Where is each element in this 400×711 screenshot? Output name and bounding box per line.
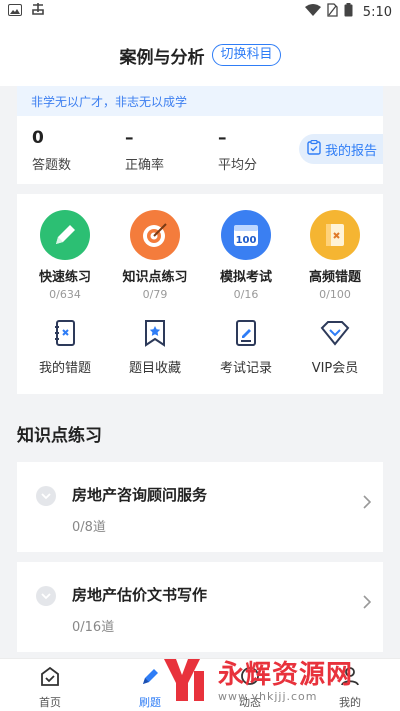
vip-diamond-icon [320, 318, 350, 348]
favorites-item[interactable]: 题目收藏 [110, 318, 200, 376]
tool-label: 考试记录 [219, 361, 272, 376]
bookmark-star-icon [140, 318, 170, 348]
tool-label: VIP会员 [311, 361, 359, 376]
tile-label: 快速练习 [38, 270, 91, 285]
clipboard-check-icon [307, 139, 321, 159]
mock-exam-tile[interactable]: 100 模拟考试 0/16 [201, 210, 291, 301]
app-notification-icon [30, 2, 46, 22]
item-title: 房地产咨询顾问服务 [72, 486, 208, 504]
tile-label: 模拟考试 [219, 270, 272, 285]
stat-label: 平均分 [218, 158, 258, 173]
tile-count: 0/16 [233, 288, 259, 301]
tile-count: 0/634 [49, 288, 81, 301]
stat-label: 正确率 [125, 158, 165, 173]
svg-text:100: 100 [236, 235, 257, 246]
tile-count: 0/79 [142, 288, 168, 301]
watermark-text-group: 永辉资源网 www.yhkjjj.com [218, 660, 353, 703]
calendar-100-icon: 100 [221, 210, 271, 260]
practice-pen-icon [139, 665, 161, 691]
tile-count: 0/100 [319, 288, 351, 301]
nav-label: 首页 [39, 696, 61, 709]
exam-records-item[interactable]: 考试记录 [201, 318, 291, 376]
my-wrong-questions-item[interactable]: 我的错题 [20, 318, 110, 376]
switch-subject-button[interactable]: 切换科目 [212, 44, 281, 66]
item-title: 房地产估价文书写作 [72, 586, 208, 604]
quick-practice-tile[interactable]: 快速练习 0/634 [20, 210, 110, 301]
summary-card: 非学无以广才，非志无以成学 0 答题数 – 正确率 – 平均分 我的报告 [17, 86, 383, 184]
exam-record-icon [231, 318, 261, 348]
watermark-title: 永辉资源网 [218, 659, 354, 690]
watermark-url: www.yhkjjj.com [218, 689, 318, 703]
wrong-book-icon [310, 210, 360, 260]
my-report-button[interactable]: 我的报告 [299, 134, 383, 164]
nav-label: 刷题 [139, 696, 161, 709]
pencil-icon [40, 210, 90, 260]
no-sim-icon [327, 3, 338, 21]
target-icon [130, 210, 180, 260]
expand-chevron-icon[interactable] [36, 486, 56, 506]
frequent-errors-tile[interactable]: 高频错题 0/100 [290, 210, 380, 301]
stats-row: 0 答题数 – 正确率 – 平均分 我的报告 [17, 116, 383, 184]
page-header: 案例与分析 切换科目 [0, 24, 400, 86]
knowledge-practice-tile[interactable]: 知识点练习 0/79 [110, 210, 200, 301]
wifi-icon [304, 4, 321, 20]
status-bar: 5:10 [0, 0, 400, 24]
status-time: 5:10 [362, 4, 392, 20]
home-icon [39, 665, 61, 691]
expand-chevron-icon[interactable] [36, 586, 56, 606]
page-title: 案例与分析 [119, 47, 205, 68]
practice-grid: 快速练习 0/634 知识点练习 0/79 100 模拟考试 0/16 高频错题… [17, 194, 383, 394]
motto-banner: 非学无以广才，非志无以成学 [17, 86, 383, 116]
tool-label: 我的错题 [38, 361, 91, 376]
item-progress: 0/16道 [72, 620, 115, 635]
vip-member-item[interactable]: VIP会员 [290, 318, 380, 376]
stat-average-score: – 平均分 [218, 128, 257, 173]
list-item[interactable]: 房地产咨询顾问服务 0/8道 [17, 462, 383, 552]
tool-label: 题目收藏 [128, 361, 181, 376]
stat-answered: 0 答题数 [32, 128, 71, 173]
watermark-logo [160, 653, 212, 709]
tile-label: 高频错题 [308, 270, 361, 285]
item-progress: 0/8道 [72, 520, 106, 535]
nav-home[interactable]: 首页 [20, 665, 80, 710]
wrong-notebook-icon [50, 318, 80, 348]
tile-label: 知识点练习 [122, 270, 188, 285]
section-title: 知识点练习 [17, 426, 102, 446]
list-item[interactable]: 房地产估价文书写作 0/16道 [17, 562, 383, 652]
my-report-label: 我的报告 [325, 143, 378, 159]
site-watermark: 永辉资源网 www.yhkjjj.com [160, 652, 400, 710]
gallery-icon [8, 4, 22, 20]
stat-value: – [125, 128, 134, 148]
chevron-right-icon [363, 594, 372, 613]
stat-label: 答题数 [32, 158, 72, 173]
stat-value: 0 [32, 128, 44, 148]
stat-accuracy: – 正确率 [125, 128, 164, 173]
battery-icon [344, 3, 353, 21]
chevron-right-icon [363, 494, 372, 513]
stat-value: – [218, 128, 227, 148]
